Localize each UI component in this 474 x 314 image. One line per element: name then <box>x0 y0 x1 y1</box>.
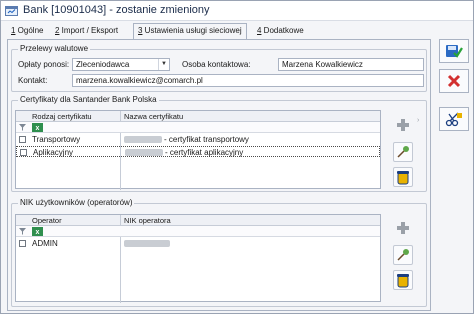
nik-filter-row: x <box>16 226 380 237</box>
bank-window-icon <box>5 6 18 16</box>
svg-text:x: x <box>36 125 40 132</box>
certificate-type: Transportowy <box>32 135 81 144</box>
tab-strip: 1 Ogólne 2 Import / Eksport 3 Ustawienia… <box>7 23 437 39</box>
certificates-filter-row: x <box>16 122 380 133</box>
contact-label: Kontakt: <box>18 76 48 85</box>
transfers-group: Przelewy walutowe Opłaty ponosi: Zleceni… <box>11 44 427 92</box>
edit-operator-button[interactable] <box>393 245 413 265</box>
certificates-grid-header: Rodzaj certyfikatu Nazwa certyfikatu <box>16 111 380 122</box>
chevron-right-icon[interactable]: › <box>417 117 419 124</box>
transfers-group-title: Przelewy walutowe <box>18 44 91 53</box>
row-checkbox[interactable] <box>19 240 26 247</box>
redacted-value <box>125 149 163 156</box>
redacted-value <box>124 240 170 247</box>
column-header-operator-nik[interactable]: NIK operatora <box>124 216 171 225</box>
title-bar: Bank [10901043] - zostanie zmieniony <box>1 1 473 21</box>
column-header-certificate-type[interactable]: Rodzaj certyfikatu <box>32 112 92 121</box>
tools-button[interactable] <box>439 107 469 131</box>
nik-grid: Operator NIK operatora x ADMIN <box>15 214 381 303</box>
add-icon <box>397 119 409 131</box>
row-checkbox[interactable] <box>19 136 26 143</box>
certificates-group-title: Certyfikaty dla Santander Bank Polska <box>18 95 159 104</box>
cancel-button[interactable] <box>439 69 469 93</box>
contact-person-label: Osoba kontaktowa: <box>182 60 251 69</box>
dialog-window: Bank [10901043] - zostanie zmieniony 1 O… <box>0 0 474 314</box>
add-certificate-button[interactable] <box>393 115 413 135</box>
svg-text:x: x <box>36 229 40 236</box>
delete-certificate-button[interactable] <box>393 167 413 187</box>
column-header-operator[interactable]: Operator <box>32 216 62 225</box>
column-header-certificate-name[interactable]: Nazwa certyfikatu <box>124 112 183 121</box>
cancel-icon <box>447 74 461 88</box>
table-row[interactable]: Transportowy - certyfikat transportowy <box>16 134 380 145</box>
certificate-name: - certyfikat aplikacyjny <box>165 148 244 157</box>
table-row[interactable]: Aplikacyjny - certyfikat aplikacyjny <box>16 146 380 157</box>
edit-pin-icon <box>397 249 409 261</box>
chevron-down-icon[interactable]: ▼ <box>158 59 169 70</box>
tab-import-export[interactable]: 2 Import / Eksport <box>51 25 122 39</box>
table-row[interactable]: ADMIN <box>16 238 380 249</box>
certificate-type: Aplikacyjny <box>33 148 74 157</box>
edit-pin-icon <box>397 146 409 158</box>
tab-web-service-settings[interactable]: 3 Ustawienia usługi sieciowej <box>133 23 247 39</box>
add-operator-button[interactable] <box>393 218 413 238</box>
trash-icon <box>397 170 409 184</box>
nik-group-title: NIK użytkowników (operatorów) <box>18 198 135 207</box>
row-checkbox[interactable] <box>20 149 27 156</box>
operator-name: ADMIN <box>32 239 58 248</box>
nik-grid-header: Operator NIK operatora <box>16 215 380 226</box>
edit-certificate-button[interactable] <box>393 142 413 162</box>
fees-select[interactable]: Zleceniodawca ▼ <box>72 58 170 71</box>
tab-general[interactable]: 1 Ogólne <box>7 25 47 39</box>
tab-additional[interactable]: 4 Dodatkowe <box>253 25 308 39</box>
scissors-icon <box>445 112 462 127</box>
contact-field[interactable]: marzena.kowalkiewicz@comarch.pl <box>72 74 424 87</box>
certificate-name: - certyfikat transportowy <box>164 135 249 144</box>
contact-person-field[interactable]: Marzena Kowalkiewicz <box>278 58 424 71</box>
excel-icon[interactable]: x <box>32 227 43 236</box>
excel-icon[interactable]: x <box>32 123 43 132</box>
filter-icon[interactable] <box>19 228 26 235</box>
nik-group: NIK użytkowników (operatorów) Operator N… <box>11 198 427 307</box>
trash-icon <box>397 273 409 287</box>
redacted-value <box>124 136 162 143</box>
add-icon <box>397 222 409 234</box>
right-toolbar <box>437 23 471 311</box>
certificates-group: Certyfikaty dla Santander Bank Polska Ro… <box>11 95 427 192</box>
save-button[interactable] <box>439 39 469 63</box>
certificates-grid: Rodzaj certyfikatu Nazwa certyfikatu x T… <box>15 110 381 190</box>
save-icon <box>446 45 463 58</box>
filter-icon[interactable] <box>19 124 26 131</box>
window-title: Bank [10901043] - zostanie zmieniony <box>23 4 210 16</box>
delete-operator-button[interactable] <box>393 270 413 290</box>
tab-content: Przelewy walutowe Opłaty ponosi: Zleceni… <box>7 39 431 311</box>
fees-label: Opłaty ponosi: <box>18 60 70 69</box>
